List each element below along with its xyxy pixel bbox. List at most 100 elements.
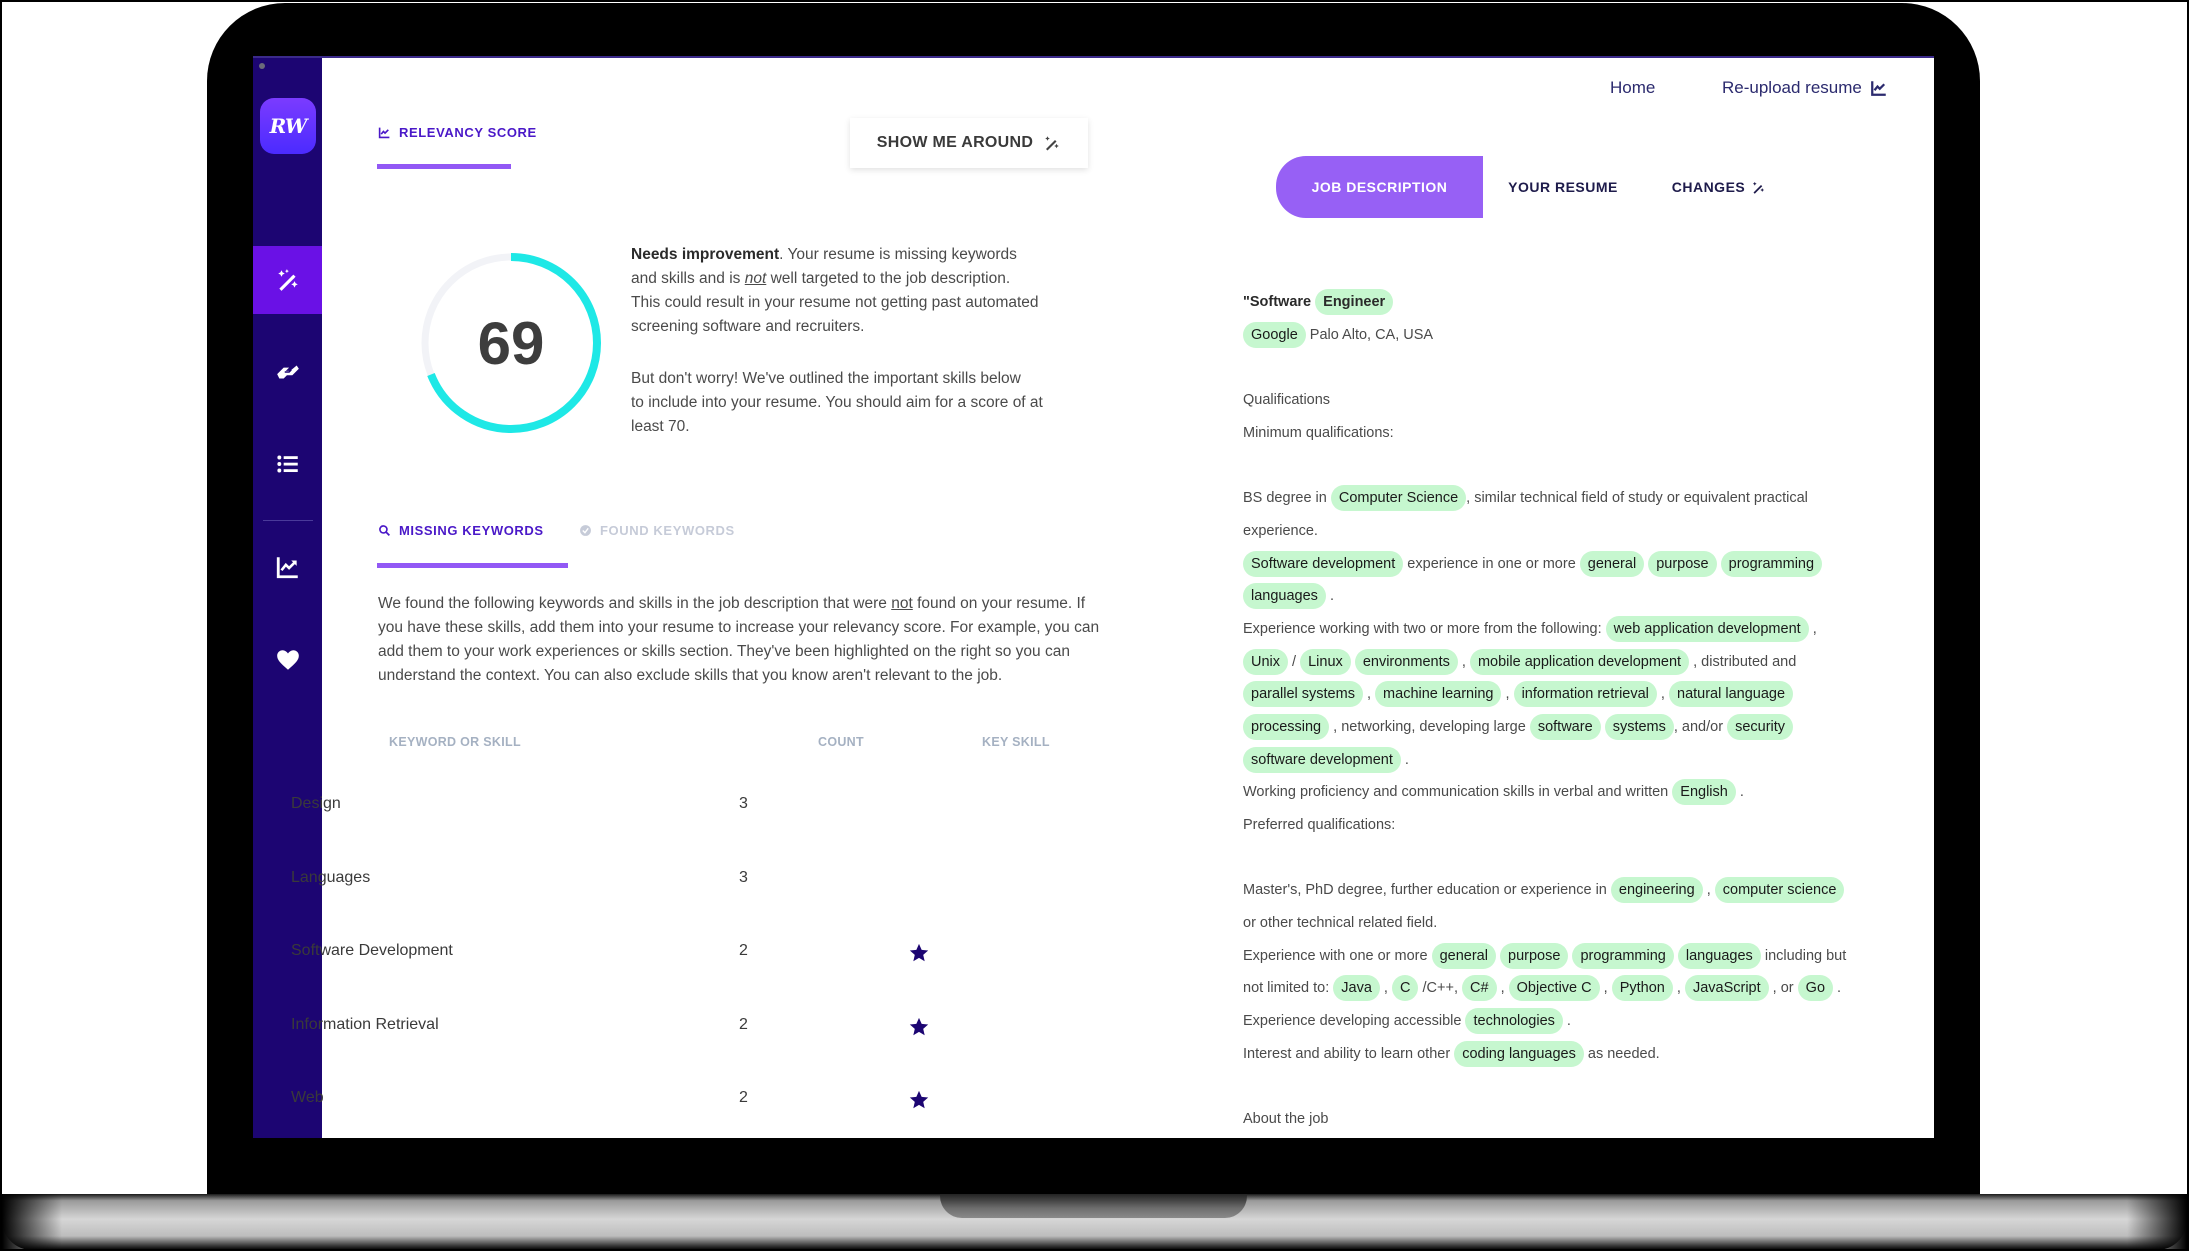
keyword-highlight[interactable]: Engineer: [1315, 289, 1394, 315]
job-text: ,: [1501, 686, 1514, 703]
job-text: experience in one or more: [1403, 555, 1580, 572]
keyword-highlight[interactable]: technologies: [1465, 1008, 1563, 1035]
job-description-line: Working proficiency and communication sk…: [1243, 776, 1863, 809]
check-circle-icon: [580, 525, 591, 536]
job-title-text: "Software: [1243, 294, 1312, 310]
job-text: ,: [1362, 686, 1376, 703]
intro-text: found on your resume. If: [912, 595, 1086, 612]
tab-changes[interactable]: CHANGES: [1643, 156, 1795, 218]
keyword-highlight[interactable]: languages: [1677, 942, 1761, 969]
sidebar-item-optimize[interactable]: [253, 246, 322, 314]
table-row[interactable]: Languages 3: [291, 869, 991, 899]
preferred-qualifications-body: Master's, PhD degree, further education …: [1243, 874, 1863, 1070]
tab-missing-keywords[interactable]: MISSING KEYWORDS: [378, 523, 544, 538]
sidebar-item-partners[interactable]: [253, 338, 322, 406]
keyword-highlight[interactable]: programming: [1572, 942, 1674, 969]
sidebar-item-analytics[interactable]: [253, 533, 322, 601]
show-me-around-label: SHOW ME AROUND: [876, 134, 1034, 151]
keyword-highlight[interactable]: Go: [1797, 975, 1834, 1002]
keyword-highlight[interactable]: general: [1431, 942, 1496, 969]
table-row[interactable]: Web 2: [291, 1089, 991, 1119]
keyword-highlight[interactable]: software: [1529, 713, 1601, 740]
tab-relevancy-score[interactable]: RELEVANCY SCORE: [378, 125, 537, 140]
keyword-highlight[interactable]: Python: [1611, 975, 1673, 1002]
keyword-highlight[interactable]: engineering: [1610, 877, 1703, 904]
keyword-highlight[interactable]: languages: [1243, 583, 1326, 610]
job-text: .: [1562, 1013, 1571, 1030]
nav-home-link[interactable]: Home: [1610, 78, 1655, 98]
app-screen: RW RELEVANCY SCORE SHOW ME AROUND 69 Nee…: [253, 56, 1934, 1138]
keyword-highlight[interactable]: parallel systems: [1243, 681, 1363, 708]
show-me-around-button[interactable]: SHOW ME AROUND: [850, 118, 1088, 168]
keyword-highlight[interactable]: systems: [1604, 713, 1674, 740]
keyword-highlight[interactable]: natural language: [1669, 681, 1794, 708]
keyword-highlight[interactable]: purpose: [1648, 550, 1717, 577]
keyword-highlight[interactable]: purpose: [1500, 942, 1569, 969]
keyword-highlight[interactable]: Unix: [1243, 648, 1289, 675]
job-text: ,: [1808, 620, 1817, 637]
nav-reupload-link[interactable]: Re-upload resume: [1722, 78, 1888, 98]
table-row[interactable]: Design 3: [291, 795, 991, 825]
keyword-highlight[interactable]: JavaScript: [1684, 975, 1769, 1002]
job-description-line: Unix / Linux environments , mobile appli…: [1243, 646, 1863, 679]
keyword-highlight[interactable]: Java: [1333, 975, 1380, 1002]
summary-text: screening software and recruiters.: [631, 318, 865, 335]
tab-job-description[interactable]: JOB DESCRIPTION: [1276, 156, 1483, 218]
tab-missing-keywords-label: MISSING KEYWORDS: [399, 523, 544, 538]
min-qualifications-body: BS degree in Computer Science, similar t…: [1243, 482, 1863, 809]
keyword-highlight[interactable]: environments: [1354, 648, 1458, 675]
keyword-highlight[interactable]: C#: [1462, 975, 1497, 1002]
keyword-highlight[interactable]: web application development: [1605, 615, 1809, 642]
keyword-cell: Design: [291, 795, 341, 812]
keyword-highlight[interactable]: programming: [1720, 550, 1823, 577]
col-header-count[interactable]: COUNT: [818, 735, 864, 749]
app-logo[interactable]: RW: [260, 98, 316, 154]
keyword-highlight[interactable]: mobile application development: [1469, 648, 1690, 675]
keyword-highlight[interactable]: machine learning: [1375, 681, 1502, 708]
job-description-line: Interest and ability to learn other codi…: [1243, 1038, 1863, 1071]
keyword-highlight[interactable]: English: [1672, 779, 1736, 806]
sidebar-item-list[interactable]: [253, 430, 322, 498]
keyword-highlight[interactable]: coding languages: [1454, 1040, 1584, 1067]
list-icon: [276, 455, 298, 473]
job-text: .: [1400, 751, 1409, 768]
keyword-highlight[interactable]: Objective C: [1508, 975, 1600, 1002]
keyword-highlight[interactable]: Linux: [1300, 648, 1351, 675]
tab-found-keywords[interactable]: FOUND KEYWORDS: [579, 523, 735, 538]
job-title: "Software Engineer: [1243, 286, 1863, 319]
star-icon: [909, 1017, 929, 1035]
table-row[interactable]: Information Retrieval 2: [291, 1016, 991, 1046]
score-summary: Needs improvement. Your resume is missin…: [631, 243, 1091, 339]
keyword-highlight[interactable]: general: [1579, 550, 1645, 577]
tab-label: YOUR RESUME: [1508, 179, 1618, 195]
keyword-highlight[interactable]: computer science: [1714, 877, 1845, 904]
col-header-keyword[interactable]: KEYWORD OR SKILL: [389, 735, 521, 749]
tab-your-resume[interactable]: YOUR RESUME: [1483, 156, 1643, 218]
keyword-cell: Web: [291, 1089, 324, 1106]
job-text: .: [1325, 588, 1334, 605]
intro-text: understand the context. You can also exc…: [378, 667, 1003, 684]
job-location: Palo Alto, CA, USA: [1309, 326, 1434, 343]
job-description-line: software development .: [1243, 744, 1863, 777]
keyword-highlight[interactable]: Computer Science: [1330, 485, 1467, 512]
sidebar-item-favorites[interactable]: [253, 626, 322, 694]
job-description-line: or other technical related field.: [1243, 907, 1863, 940]
job-text: , distributed and: [1689, 653, 1797, 670]
job-description-line: processing , networking, developing larg…: [1243, 711, 1863, 744]
keyword-highlight[interactable]: information retrieval: [1513, 681, 1657, 708]
count-cell: 2: [739, 1015, 748, 1033]
job-description-line: parallel systems , machine learning , in…: [1243, 678, 1863, 711]
keyword-highlight[interactable]: C: [1392, 975, 1419, 1002]
keyword-highlight[interactable]: security: [1727, 713, 1794, 740]
keyword-highlight[interactable]: Software development: [1243, 550, 1404, 577]
job-description-line: BS degree in Computer Science, similar t…: [1243, 482, 1863, 515]
keyword-highlight[interactable]: Google: [1243, 321, 1306, 348]
table-row[interactable]: Software Development 2: [291, 942, 991, 972]
job-text: ,: [1656, 686, 1669, 703]
job-description-line: languages .: [1243, 580, 1863, 613]
keyword-highlight[interactable]: software development: [1243, 746, 1401, 773]
count-cell: 2: [739, 1089, 748, 1106]
keyword-highlight[interactable]: processing: [1243, 713, 1330, 740]
job-description-line: Experience working with two or more from…: [1243, 613, 1863, 646]
col-header-key-skill[interactable]: KEY SKILL: [982, 735, 1050, 749]
